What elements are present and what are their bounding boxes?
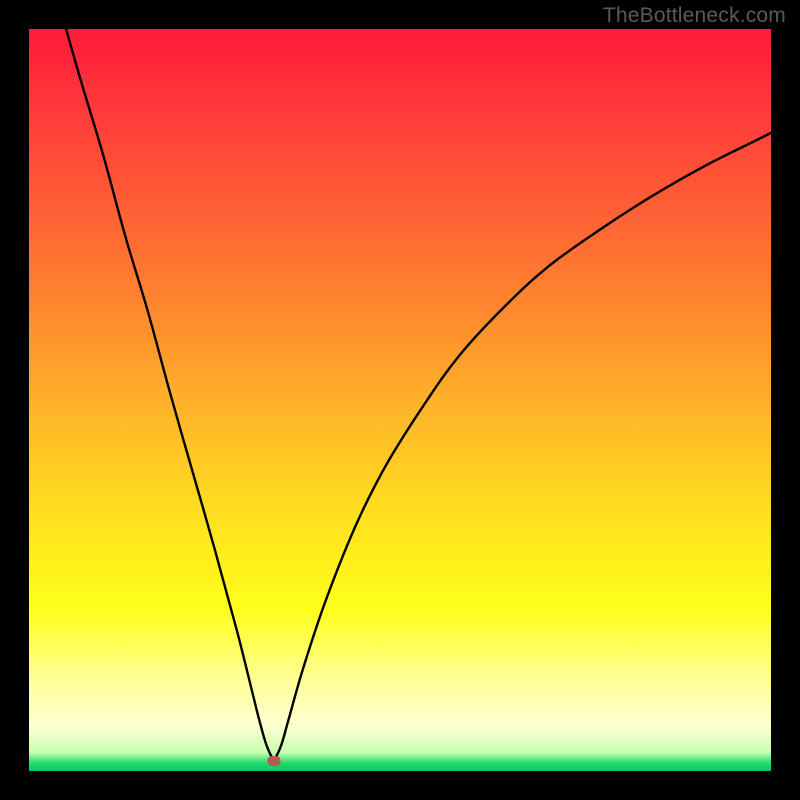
- watermark-text: TheBottleneck.com: [603, 4, 786, 28]
- bottleneck-curve: [66, 29, 771, 764]
- optimum-marker: [267, 756, 280, 766]
- chart-frame: TheBottleneck.com: [0, 0, 800, 800]
- curve-svg: [29, 29, 771, 771]
- plot-area: [29, 29, 771, 771]
